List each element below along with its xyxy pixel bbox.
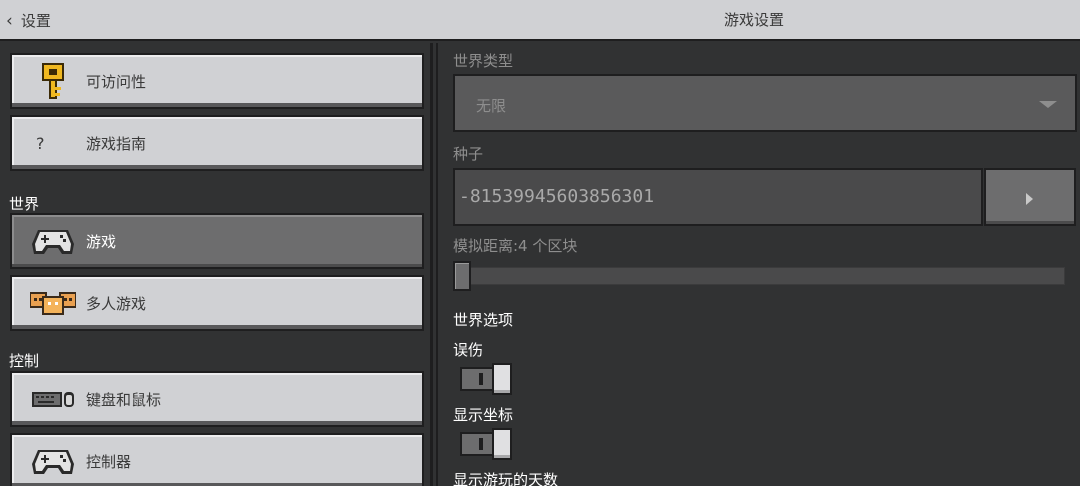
page-title: 游戏设置 bbox=[724, 11, 785, 29]
toggle-off-mark bbox=[479, 373, 483, 385]
toggle-knob bbox=[492, 428, 512, 460]
game-settings-panel: 世界类型 无限 种子 -81539945603856301 模拟距离:4 个区块… bbox=[436, 43, 1080, 486]
gamepad-icon bbox=[24, 221, 82, 261]
sidebar-item-label: 游戏指南 bbox=[86, 134, 147, 153]
sidebar-item-label: 可访问性 bbox=[86, 72, 147, 91]
back-button[interactable]: ‹ 设置 bbox=[6, 0, 51, 41]
section-heading-controls: 控制 bbox=[9, 352, 40, 370]
slider-handle[interactable] bbox=[453, 261, 471, 291]
sidebar-item-label: 游戏 bbox=[86, 232, 117, 251]
multiplayer-icon bbox=[24, 283, 82, 323]
section-heading-world: 世界 bbox=[9, 195, 40, 213]
simulation-distance-label: 模拟距离:4 个区块 bbox=[453, 237, 578, 255]
chevron-down-icon bbox=[1039, 101, 1057, 108]
question-icon: ? bbox=[36, 133, 45, 153]
settings-sidebar: 可访问性 ? 游戏指南 世界 游戏 多人游戏 控制 键盘和鼠标 控制器 bbox=[0, 43, 433, 486]
seed-input[interactable]: -81539945603856301 bbox=[453, 168, 983, 226]
simulation-distance-slider[interactable] bbox=[453, 267, 1065, 285]
world-type-label: 世界类型 bbox=[453, 52, 514, 70]
show-coordinates-label: 显示坐标 bbox=[453, 406, 514, 424]
back-label: 设置 bbox=[20, 12, 51, 30]
sidebar-item-accessibility[interactable]: 可访问性 bbox=[10, 53, 424, 109]
sidebar-item-game[interactable]: 游戏 bbox=[10, 213, 424, 269]
world-options-heading: 世界选项 bbox=[453, 311, 514, 329]
sidebar-item-multiplayer[interactable]: 多人游戏 bbox=[10, 275, 424, 331]
keyboard-mouse-icon bbox=[24, 379, 82, 419]
top-bar: ‹ 设置 游戏设置 bbox=[0, 0, 1080, 41]
friendly-fire-toggle[interactable] bbox=[460, 363, 512, 395]
sidebar-item-label: 键盘和鼠标 bbox=[86, 390, 162, 409]
seed-label: 种子 bbox=[453, 145, 484, 163]
seed-picker-button[interactable] bbox=[984, 168, 1076, 226]
world-type-value: 无限 bbox=[476, 97, 507, 115]
show-days-played-label: 显示游玩的天数 bbox=[453, 471, 559, 486]
play-arrow-icon bbox=[1026, 193, 1033, 205]
controller-icon bbox=[24, 441, 82, 481]
sidebar-item-label: 控制器 bbox=[86, 452, 132, 471]
toggle-knob bbox=[492, 363, 512, 395]
sidebar-item-label: 多人游戏 bbox=[86, 294, 147, 313]
sidebar-item-controller[interactable]: 控制器 bbox=[10, 433, 424, 486]
world-type-dropdown[interactable]: 无限 bbox=[453, 74, 1077, 132]
sidebar-item-how-to-play[interactable]: ? 游戏指南 bbox=[10, 115, 424, 171]
toggle-off-mark bbox=[479, 438, 483, 450]
seed-value: -81539945603856301 bbox=[459, 186, 655, 207]
chevron-left-icon: ‹ bbox=[6, 10, 13, 31]
sidebar-item-keyboard-mouse[interactable]: 键盘和鼠标 bbox=[10, 371, 424, 427]
show-coordinates-toggle[interactable] bbox=[460, 428, 512, 460]
key-icon bbox=[24, 61, 82, 101]
friendly-fire-label: 误伤 bbox=[453, 341, 484, 359]
